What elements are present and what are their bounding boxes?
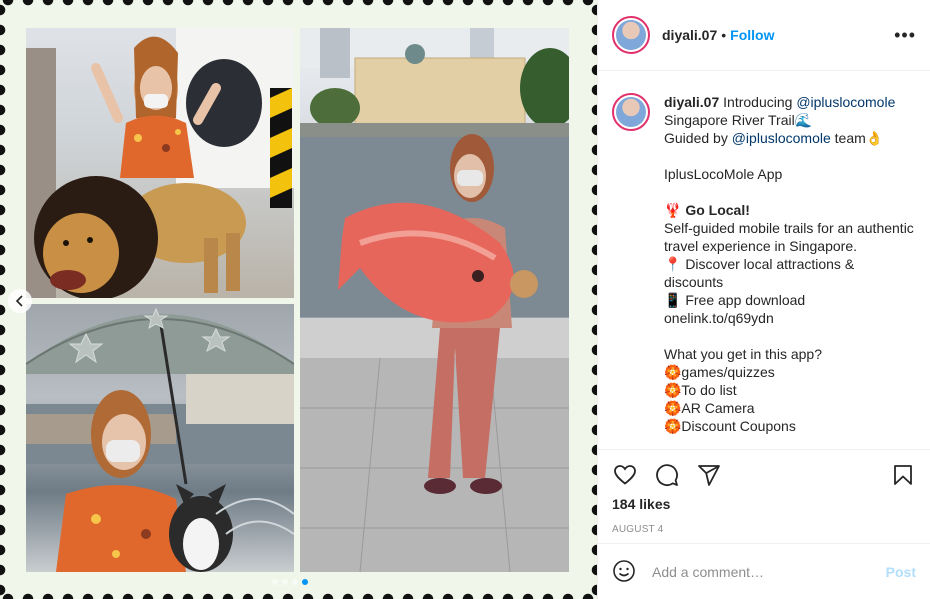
- likes-count[interactable]: 184 likes: [612, 496, 916, 512]
- avatar[interactable]: [612, 16, 650, 54]
- post-header: diyali.07 • Follow •••: [598, 0, 930, 71]
- more-options-icon[interactable]: •••: [894, 25, 916, 46]
- collage-photo-fish: [300, 28, 569, 572]
- emoji-smile-icon[interactable]: [612, 559, 638, 585]
- comment-icon[interactable]: [654, 462, 680, 488]
- carousel-prev-button[interactable]: [8, 289, 32, 313]
- carousel-dot: [292, 579, 298, 585]
- post-media[interactable]: [0, 0, 597, 599]
- post-actions: 184 likes AUGUST 4: [598, 449, 930, 543]
- caption-link[interactable]: onelink.to/q69ydn: [664, 310, 774, 326]
- save-bookmark-icon[interactable]: [890, 462, 916, 488]
- post-date[interactable]: AUGUST 4: [612, 524, 916, 535]
- like-heart-icon[interactable]: [612, 462, 638, 488]
- post-sidebar: diyali.07 • Follow ••• diyali.07 Introdu…: [597, 0, 930, 599]
- caption-text: diyali.07 Introducing @ipluslocomole Sin…: [664, 94, 918, 434]
- chevron-left-icon: [15, 295, 23, 307]
- comment-input[interactable]: Add a comment…: [652, 564, 886, 580]
- caption-section: diyali.07 Introducing @ipluslocomole Sin…: [598, 71, 930, 449]
- avatar[interactable]: [612, 93, 650, 131]
- carousel-dot-active: [302, 579, 308, 585]
- username-link[interactable]: diyali.07: [662, 27, 717, 43]
- separator-dot: •: [721, 27, 727, 43]
- mention-link[interactable]: @ipluslocomole: [732, 130, 831, 146]
- stamp-frame: [0, 0, 597, 599]
- collage-photo-umbrella: [26, 304, 294, 572]
- post-view: diyali.07 • Follow ••• diyali.07 Introdu…: [0, 0, 930, 599]
- comment-composer: Add a comment… Post: [598, 543, 930, 599]
- carousel-indicator: [272, 579, 308, 585]
- post-comment-button[interactable]: Post: [886, 564, 916, 580]
- share-send-icon[interactable]: [696, 462, 722, 488]
- collage-photo-lion: [26, 28, 294, 298]
- mention-link[interactable]: @ipluslocomole: [796, 94, 895, 110]
- carousel-dot: [272, 579, 278, 585]
- caption-username[interactable]: diyali.07: [664, 94, 719, 110]
- carousel-dot: [282, 579, 288, 585]
- follow-button[interactable]: Follow: [730, 27, 774, 43]
